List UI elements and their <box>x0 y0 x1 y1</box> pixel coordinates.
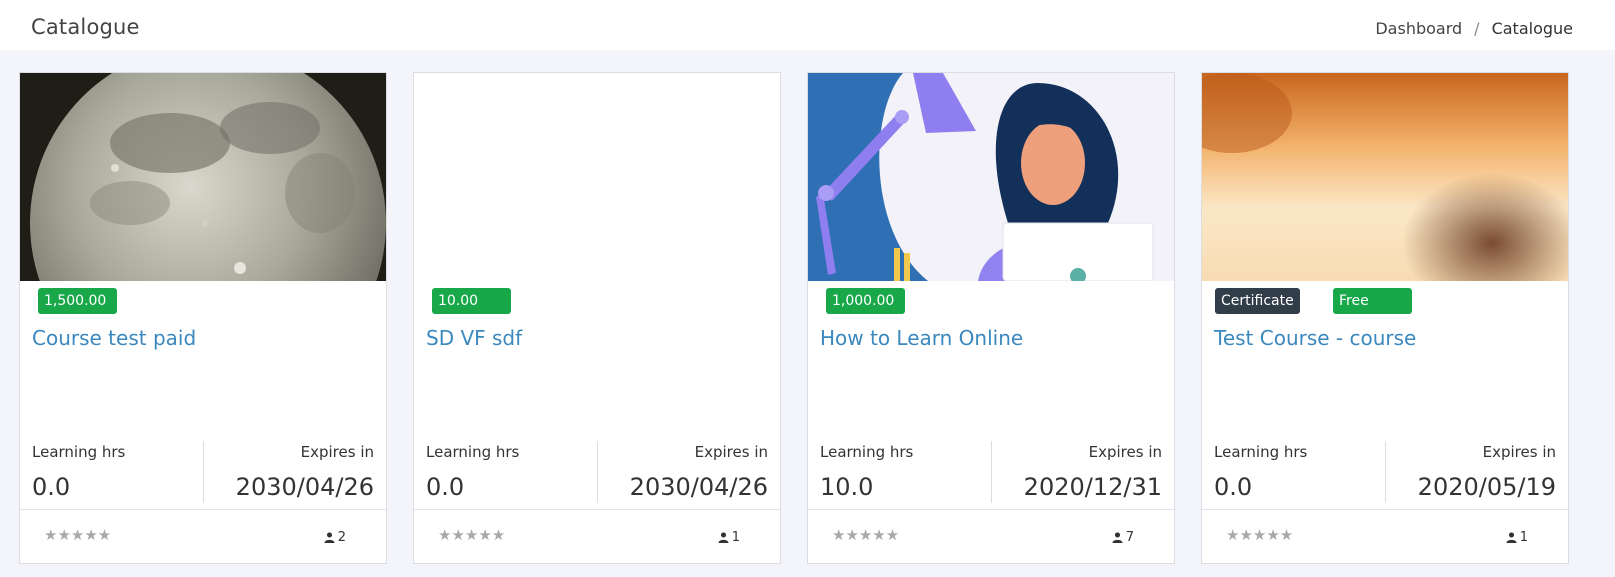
blank-image[interactable] <box>414 73 780 281</box>
stats-divider <box>597 441 598 503</box>
user-icon <box>1506 532 1517 543</box>
learning-hrs-label: Learning hrs <box>426 443 520 461</box>
course-catalogue-grid: 1,500.00 Course test paid Learning hrs 0… <box>19 72 1605 567</box>
course-title-link[interactable]: How to Learn Online <box>820 326 1023 350</box>
user-icon <box>324 532 335 543</box>
learning-hrs-value: 0.0 <box>32 473 71 501</box>
certificate-badge: Certificate <box>1215 288 1300 314</box>
expires-value: 2020/12/31 <box>1023 473 1162 501</box>
learning-hrs-value: 0.0 <box>1214 473 1253 501</box>
card-footer: ★★★★★ 7 <box>808 509 1174 563</box>
stats-divider <box>991 441 992 503</box>
breadcrumb-separator: / <box>1474 19 1480 38</box>
course-title-link[interactable]: SD VF sdf <box>426 326 522 350</box>
enrolled-count-value: 1 <box>1519 530 1528 545</box>
course-stats: Learning hrs 10.0 Expires in 2020/12/31 <box>808 441 1174 505</box>
card-footer: ★★★★★ 1 <box>1202 509 1568 563</box>
enrolled-count-value: 7 <box>1125 530 1134 545</box>
top-bar: Catalogue Dashboard / Catalogue <box>0 0 1615 50</box>
course-card[interactable]: 1,000.00 How to Learn Online Learning hr… <box>807 72 1175 564</box>
moon-image[interactable] <box>20 73 386 281</box>
course-stats: Learning hrs 0.0 Expires in 2030/04/26 <box>414 441 780 505</box>
learning-hrs-value: 10.0 <box>820 473 874 501</box>
price-badge: Free <box>1333 288 1412 314</box>
card-footer: ★★★★★ 2 <box>20 509 386 563</box>
course-stats: Learning hrs 0.0 Expires in 2030/04/26 <box>20 441 386 505</box>
enrolled-count-value: 2 <box>337 530 346 545</box>
user-icon <box>718 532 729 543</box>
course-card[interactable]: 1,500.00 Course test paid Learning hrs 0… <box>19 72 387 564</box>
breadcrumb: Dashboard / Catalogue <box>1375 19 1573 38</box>
enrolled-count: 1 <box>1506 530 1528 545</box>
breadcrumb-dashboard-link[interactable]: Dashboard <box>1375 19 1462 38</box>
expires-value: 2030/04/26 <box>629 473 768 501</box>
learning-hrs-value: 0.0 <box>426 473 465 501</box>
star-rating: ★★★★★ <box>438 526 506 544</box>
price-badge: 1,500.00 <box>38 288 117 314</box>
card-footer: ★★★★★ 1 <box>414 509 780 563</box>
course-stats: Learning hrs 0.0 Expires in 2020/05/19 <box>1202 441 1568 505</box>
course-title-link[interactable]: Course test paid <box>32 326 196 350</box>
expires-value: 2020/05/19 <box>1417 473 1556 501</box>
woman-laptop-illustration[interactable] <box>808 73 1174 281</box>
star-rating: ★★★★★ <box>832 526 900 544</box>
learning-hrs-label: Learning hrs <box>1214 443 1308 461</box>
expires-in-label: Expires in <box>1088 443 1162 461</box>
breadcrumb-current: Catalogue <box>1491 19 1573 38</box>
learning-hrs-label: Learning hrs <box>820 443 914 461</box>
course-card[interactable]: Certificate Free Test Course - course Le… <box>1201 72 1569 564</box>
expires-in-label: Expires in <box>1482 443 1556 461</box>
price-badge: 10.00 <box>432 288 511 314</box>
stats-divider <box>1385 441 1386 503</box>
star-rating: ★★★★★ <box>44 526 112 544</box>
expires-in-label: Expires in <box>694 443 768 461</box>
enrolled-count-value: 1 <box>731 530 740 545</box>
expires-in-label: Expires in <box>300 443 374 461</box>
course-card[interactable]: 10.00 SD VF sdf Learning hrs 0.0 Expires… <box>413 72 781 564</box>
enrolled-count: 1 <box>718 530 740 545</box>
blurred-orange-image[interactable] <box>1202 73 1568 281</box>
enrolled-count: 7 <box>1112 530 1134 545</box>
user-icon <box>1112 532 1123 543</box>
star-rating: ★★★★★ <box>1226 526 1294 544</box>
price-badge: 1,000.00 <box>826 288 905 314</box>
expires-value: 2030/04/26 <box>235 473 374 501</box>
page-title: Catalogue <box>31 15 140 39</box>
course-title-link[interactable]: Test Course - course <box>1214 326 1416 350</box>
stats-divider <box>203 441 204 503</box>
enrolled-count: 2 <box>324 530 346 545</box>
learning-hrs-label: Learning hrs <box>32 443 126 461</box>
